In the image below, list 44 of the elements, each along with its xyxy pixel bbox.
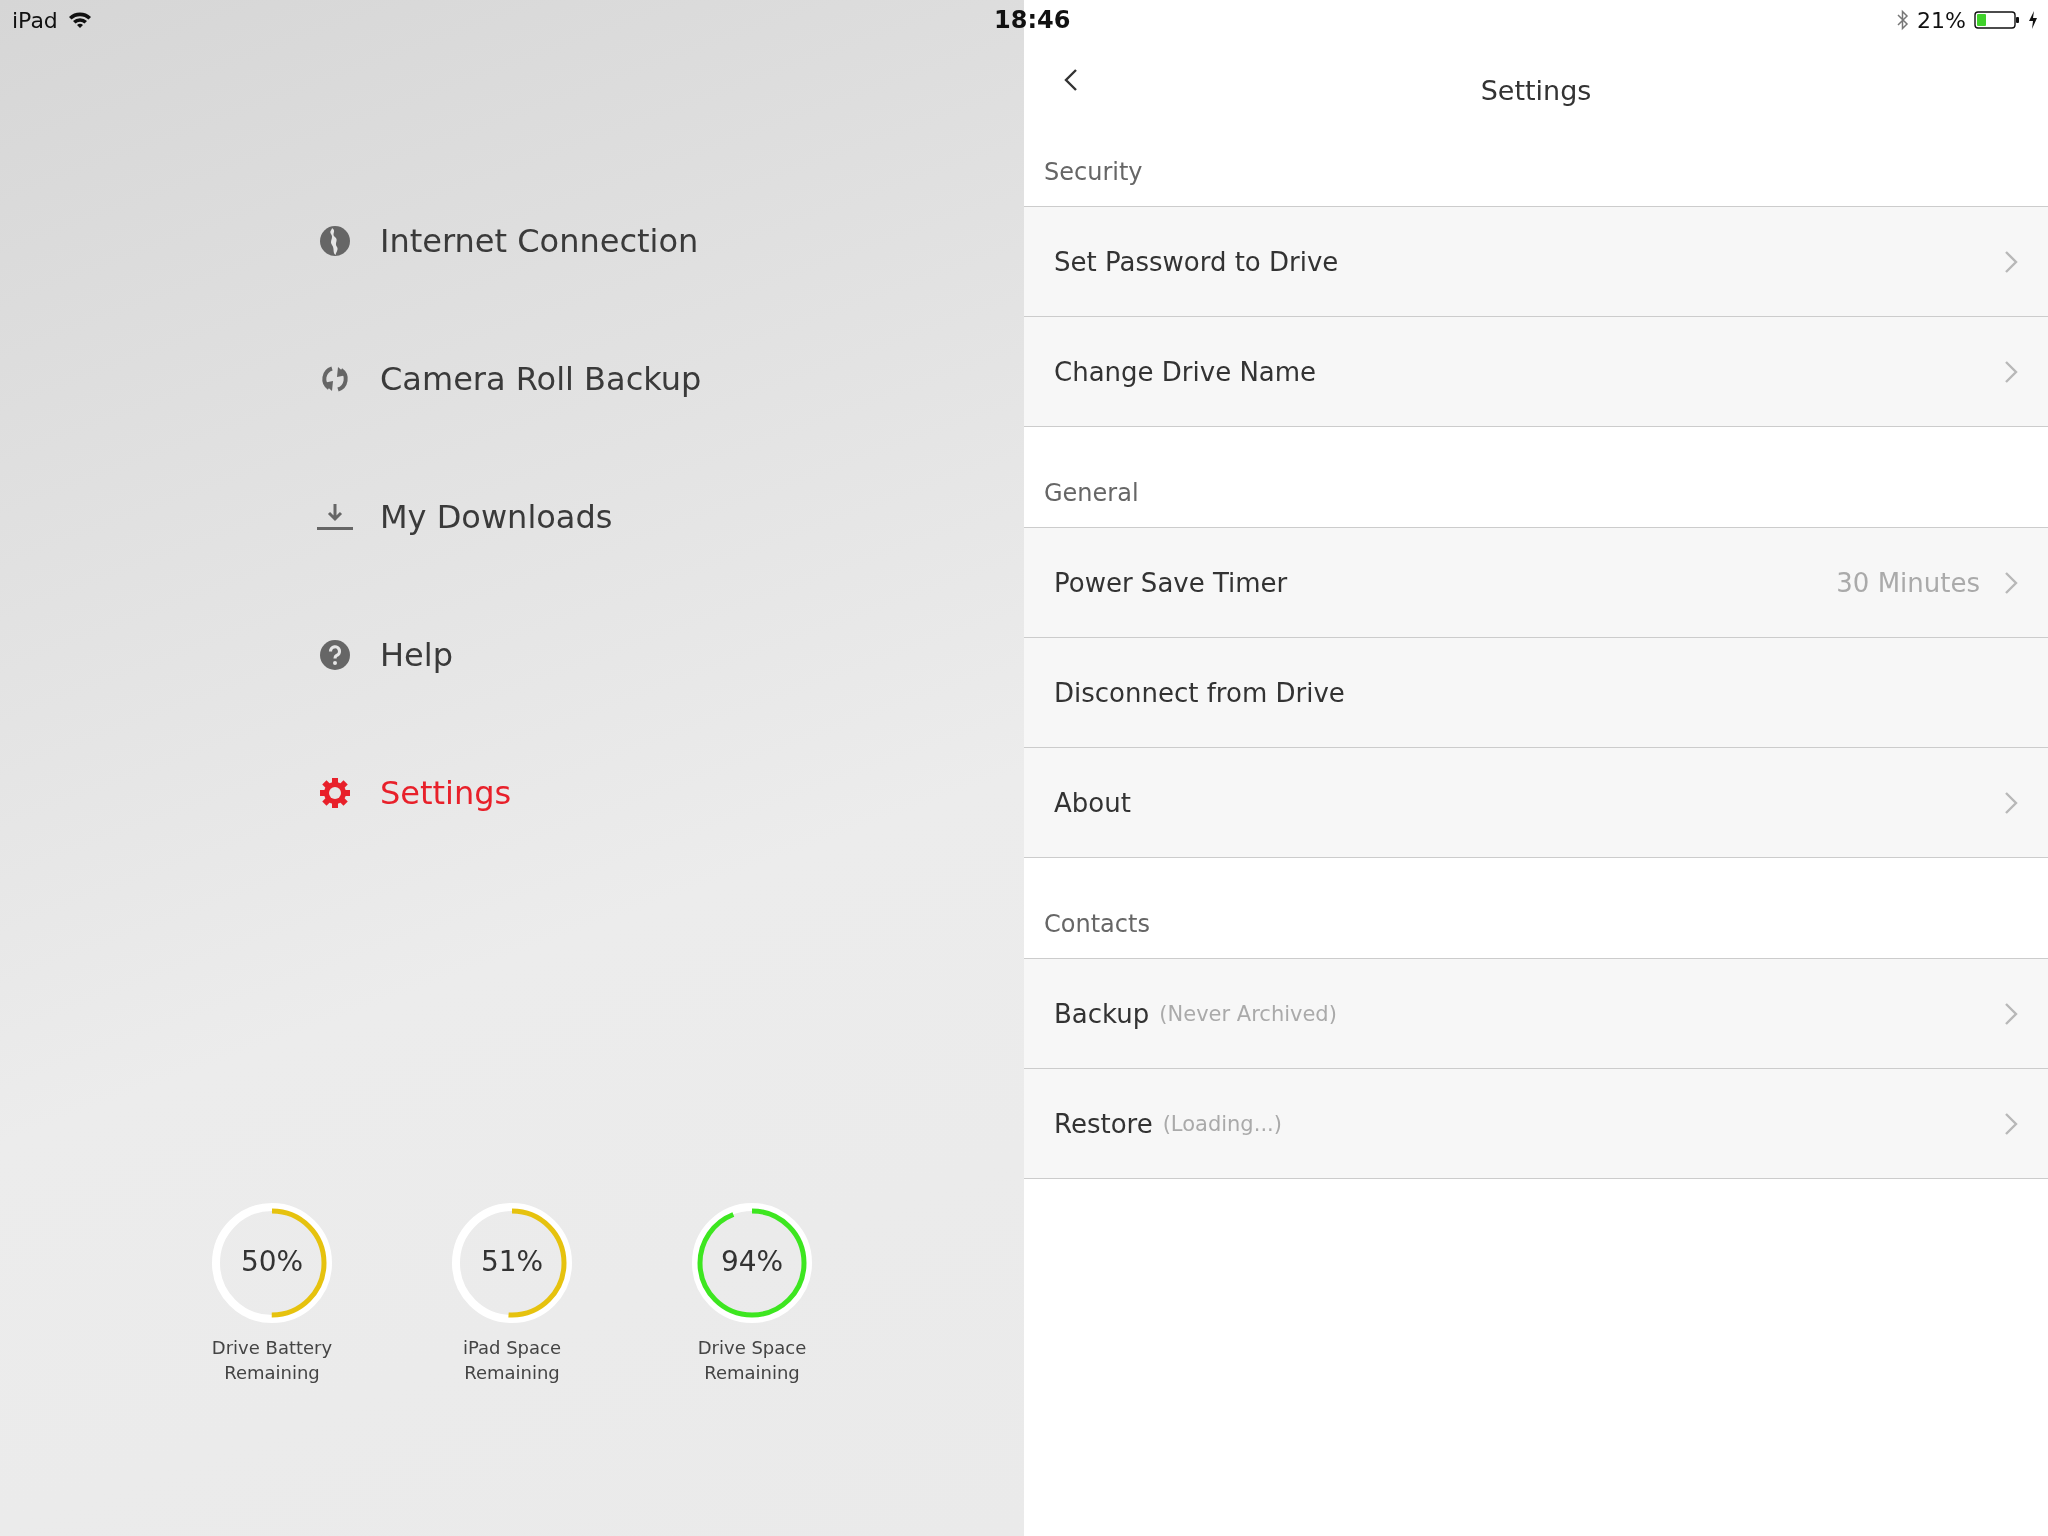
row-label: Set Password to Drive — [1054, 246, 1339, 277]
menu-item[interactable]: Camera Roll Backup — [316, 354, 702, 404]
device-name: iPad — [12, 7, 58, 33]
section-header: Security — [1043, 157, 1144, 188]
settings-row[interactable]: Restore (Loading...) — [1024, 1069, 2048, 1179]
row-label: Restore — [1054, 1108, 1153, 1139]
settings-row[interactable]: Set Password to Drive — [1024, 207, 2048, 317]
settings-row[interactable]: Change Drive Name — [1024, 317, 2048, 427]
section-header: General — [1043, 478, 1140, 509]
row-label: Power Save Timer — [1054, 567, 1288, 598]
gauge-value: 94% — [719, 1245, 785, 1278]
settings-icon — [319, 777, 351, 809]
gauge-value: 50% — [239, 1245, 305, 1278]
charging-icon — [2028, 11, 2038, 29]
battery-percent: 21% — [1917, 7, 1966, 33]
back-chevron-icon[interactable] — [1064, 68, 1078, 92]
row-label: Change Drive Name — [1054, 356, 1317, 387]
clock: 18:46 — [994, 6, 1071, 34]
settings-row[interactable]: Disconnect from Drive — [1024, 638, 2048, 748]
menu-item[interactable]: Settings — [316, 768, 512, 818]
row-value: 30 Minutes — [1836, 567, 1980, 598]
menu-item[interactable]: Help — [316, 630, 453, 680]
gauge-label: Drive Battery Remaining — [210, 1336, 334, 1385]
row-label: Disconnect from Drive — [1054, 677, 1345, 708]
settings-row[interactable]: About — [1024, 748, 2048, 858]
gauge-value: 51% — [479, 1245, 545, 1278]
battery-icon — [1974, 11, 2020, 29]
settings-row[interactable]: Backup (Never Archived) — [1024, 959, 2048, 1069]
menu-item[interactable]: My Downloads — [316, 492, 613, 542]
row-note: (Never Archived) — [1159, 1001, 1337, 1026]
menu-item[interactable]: Internet Connection — [316, 216, 699, 266]
download-icon — [317, 502, 353, 532]
settings-row[interactable]: Power Save Timer 30 Minutes — [1024, 528, 2048, 638]
row-label: Backup — [1054, 998, 1150, 1029]
help-icon — [319, 639, 351, 671]
bluetooth-icon — [1897, 9, 1910, 31]
gauge-label: iPad Space Remaining — [461, 1336, 563, 1385]
wifi-icon — [67, 11, 92, 29]
globe-icon — [319, 225, 351, 257]
section-header: Contacts — [1043, 909, 1151, 940]
gauge-label: Drive Space Remaining — [696, 1336, 808, 1385]
row-label: About — [1054, 787, 1131, 818]
row-note: (Loading...) — [1162, 1111, 1282, 1136]
page-title: Settings — [1480, 74, 1592, 106]
